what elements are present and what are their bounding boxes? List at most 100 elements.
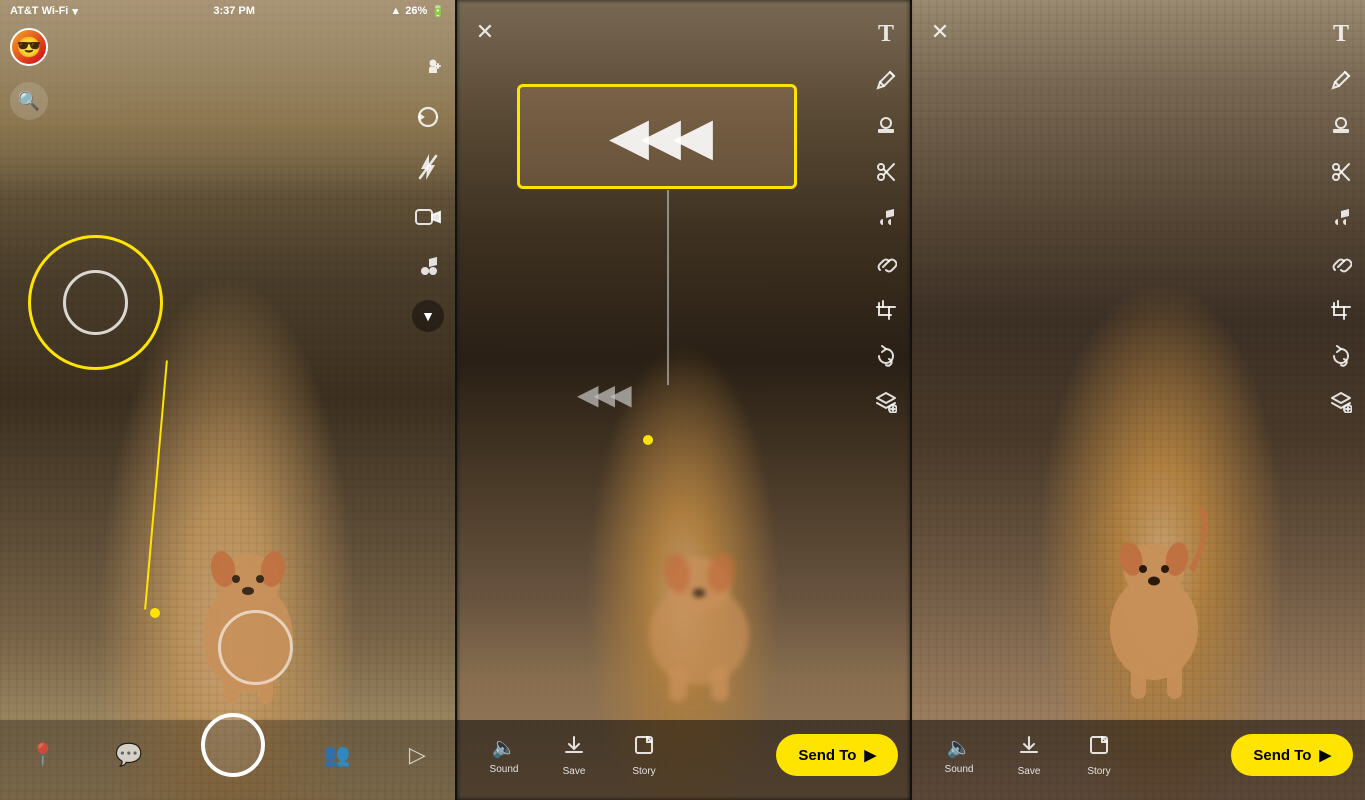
battery-icon: 🔋 xyxy=(431,5,445,18)
status-bar: AT&T Wi-Fi ▾ 3:37 PM ▲ 26% 🔋 xyxy=(0,0,455,22)
close-button-p2[interactable]: ✕ xyxy=(471,18,499,46)
wifi-icon: ▾ xyxy=(72,5,78,18)
capture-preview-circle xyxy=(218,610,293,685)
rewind-sticker-selected[interactable]: ◀◀◀ xyxy=(517,84,797,189)
scissors-tool-p2[interactable] xyxy=(872,158,900,186)
nav-location[interactable]: 📍 xyxy=(29,742,56,768)
status-left: AT&T Wi-Fi ▾ xyxy=(10,5,78,18)
play-icon: ▷ xyxy=(409,742,426,768)
edit-rewind-panel: ✕ T xyxy=(455,0,910,800)
room-top xyxy=(0,0,455,200)
camera-panel: AT&T Wi-Fi ▾ 3:37 PM ▲ 26% 🔋 😎 🔍 xyxy=(0,0,455,800)
capture-area[interactable] xyxy=(201,723,265,787)
save-label-p3: Save xyxy=(1018,766,1041,777)
edit-clean-panel: ✕ T xyxy=(910,0,1365,800)
save-label-p2: Save xyxy=(563,766,586,777)
close-icon-p3: ✕ xyxy=(931,19,949,45)
layers-tool-p3[interactable] xyxy=(1327,388,1355,416)
sound-label-p3: Sound xyxy=(945,764,974,775)
add-friend-button[interactable] xyxy=(411,50,445,84)
text-tool-p2[interactable]: T xyxy=(872,20,900,48)
focus-circle-inner xyxy=(63,270,128,335)
search-button[interactable]: 🔍 xyxy=(10,82,48,120)
dog-motion-p2 xyxy=(619,505,779,705)
chevron-icon: ▼ xyxy=(421,308,435,324)
send-to-label-p3: Send To xyxy=(1253,747,1311,764)
save-action-p2[interactable]: Save xyxy=(539,734,609,777)
sound-action-p3[interactable]: 🔈 Sound xyxy=(924,735,994,775)
rewind-arrows-large: ◀◀◀ xyxy=(609,107,705,167)
bottom-actions-p3: 🔈 Sound Save xyxy=(924,734,1231,777)
text-tool-label-p3: T xyxy=(1333,21,1349,48)
focus-dot xyxy=(150,608,160,618)
avatar[interactable]: 😎 xyxy=(10,28,48,66)
sound-icon-p3: 🔈 xyxy=(947,735,972,760)
rotate-camera-button[interactable] xyxy=(411,100,445,134)
crop-tool-p2[interactable] xyxy=(872,296,900,324)
send-to-button-p2[interactable]: Send To ▶ xyxy=(776,734,898,776)
save-icon-p3 xyxy=(1018,734,1040,762)
avatar-emoji: 😎 xyxy=(17,35,42,60)
toolbar-right-p2: T xyxy=(872,20,900,416)
send-to-label-p2: Send To xyxy=(798,747,856,764)
pencil-tool-p2[interactable] xyxy=(872,66,900,94)
nav-chat[interactable]: 💬 xyxy=(115,742,142,768)
location-icon: ▲ xyxy=(390,5,401,17)
link-tool-p3[interactable] xyxy=(1327,250,1355,278)
sound-label-p2: Sound xyxy=(490,764,519,775)
save-icon-p2 xyxy=(563,734,585,762)
loop-tool-p3[interactable] xyxy=(1327,342,1355,370)
video-sticker-button[interactable] xyxy=(411,200,445,234)
music-tool-p2[interactable] xyxy=(872,204,900,232)
link-tool-p2[interactable] xyxy=(872,250,900,278)
nav-friends[interactable]: 👥 xyxy=(323,742,350,768)
carrier-text: AT&T Wi-Fi xyxy=(10,5,68,17)
status-right: ▲ 26% 🔋 xyxy=(390,5,445,18)
story-action-p2[interactable]: Story xyxy=(609,734,679,777)
loop-tool-p2[interactable] xyxy=(872,342,900,370)
bottom-bar-p2: 🔈 Sound Save xyxy=(457,720,910,800)
sticker-connector-dot xyxy=(643,435,653,445)
bottom-bar-p3: 🔈 Sound Save xyxy=(912,720,1365,800)
camera-toolbar: ▼ xyxy=(411,50,445,332)
close-icon-p2: ✕ xyxy=(476,19,494,45)
sound-action-p2[interactable]: 🔈 Sound xyxy=(469,735,539,775)
send-to-arrow-p3: ▶ xyxy=(1319,746,1331,764)
toolbar-right-p3: T xyxy=(1327,20,1355,416)
story-label-p3: Story xyxy=(1087,766,1110,777)
save-action-p3[interactable]: Save xyxy=(994,734,1064,777)
dog-standing-p3 xyxy=(1079,473,1234,703)
stamp-tool-p2[interactable] xyxy=(872,112,900,140)
close-button-p3[interactable]: ✕ xyxy=(926,18,954,46)
stamp-tool-p3[interactable] xyxy=(1327,112,1355,140)
chat-icon: 💬 xyxy=(115,742,142,768)
rewind-sticker-small[interactable]: ◀◀◀ xyxy=(577,378,627,411)
capture-button[interactable] xyxy=(201,713,265,777)
send-to-arrow-p2: ▶ xyxy=(864,746,876,764)
music-button[interactable] xyxy=(411,250,445,284)
story-icon-p3 xyxy=(1088,734,1110,762)
layers-tool-p2[interactable] xyxy=(872,388,900,416)
music-tool-p3[interactable] xyxy=(1327,204,1355,232)
scissors-tool-p3[interactable] xyxy=(1327,158,1355,186)
rewind-arrows-small: ◀◀◀ xyxy=(577,378,627,411)
status-time: 3:37 PM xyxy=(213,5,255,17)
story-label-p2: Story xyxy=(632,766,655,777)
sound-icon-p2: 🔈 xyxy=(492,735,517,760)
bottom-actions-p2: 🔈 Sound Save xyxy=(469,734,776,777)
send-to-button-p3[interactable]: Send To ▶ xyxy=(1231,734,1353,776)
chevron-down-button[interactable]: ▼ xyxy=(412,300,444,332)
flash-button[interactable] xyxy=(411,150,445,184)
friends-icon: 👥 xyxy=(323,742,350,768)
story-icon-p2 xyxy=(633,734,655,762)
battery-text: 26% xyxy=(405,5,427,17)
sticker-connector-line xyxy=(667,190,669,385)
bottom-nav: 📍 💬 👥 ▷ xyxy=(0,720,455,800)
story-action-p3[interactable]: Story xyxy=(1064,734,1134,777)
text-tool-p3[interactable]: T xyxy=(1327,20,1355,48)
text-tool-label-p2: T xyxy=(878,21,894,48)
nav-play[interactable]: ▷ xyxy=(409,742,426,768)
pencil-tool-p3[interactable] xyxy=(1327,66,1355,94)
search-icon: 🔍 xyxy=(18,91,40,112)
crop-tool-p3[interactable] xyxy=(1327,296,1355,324)
